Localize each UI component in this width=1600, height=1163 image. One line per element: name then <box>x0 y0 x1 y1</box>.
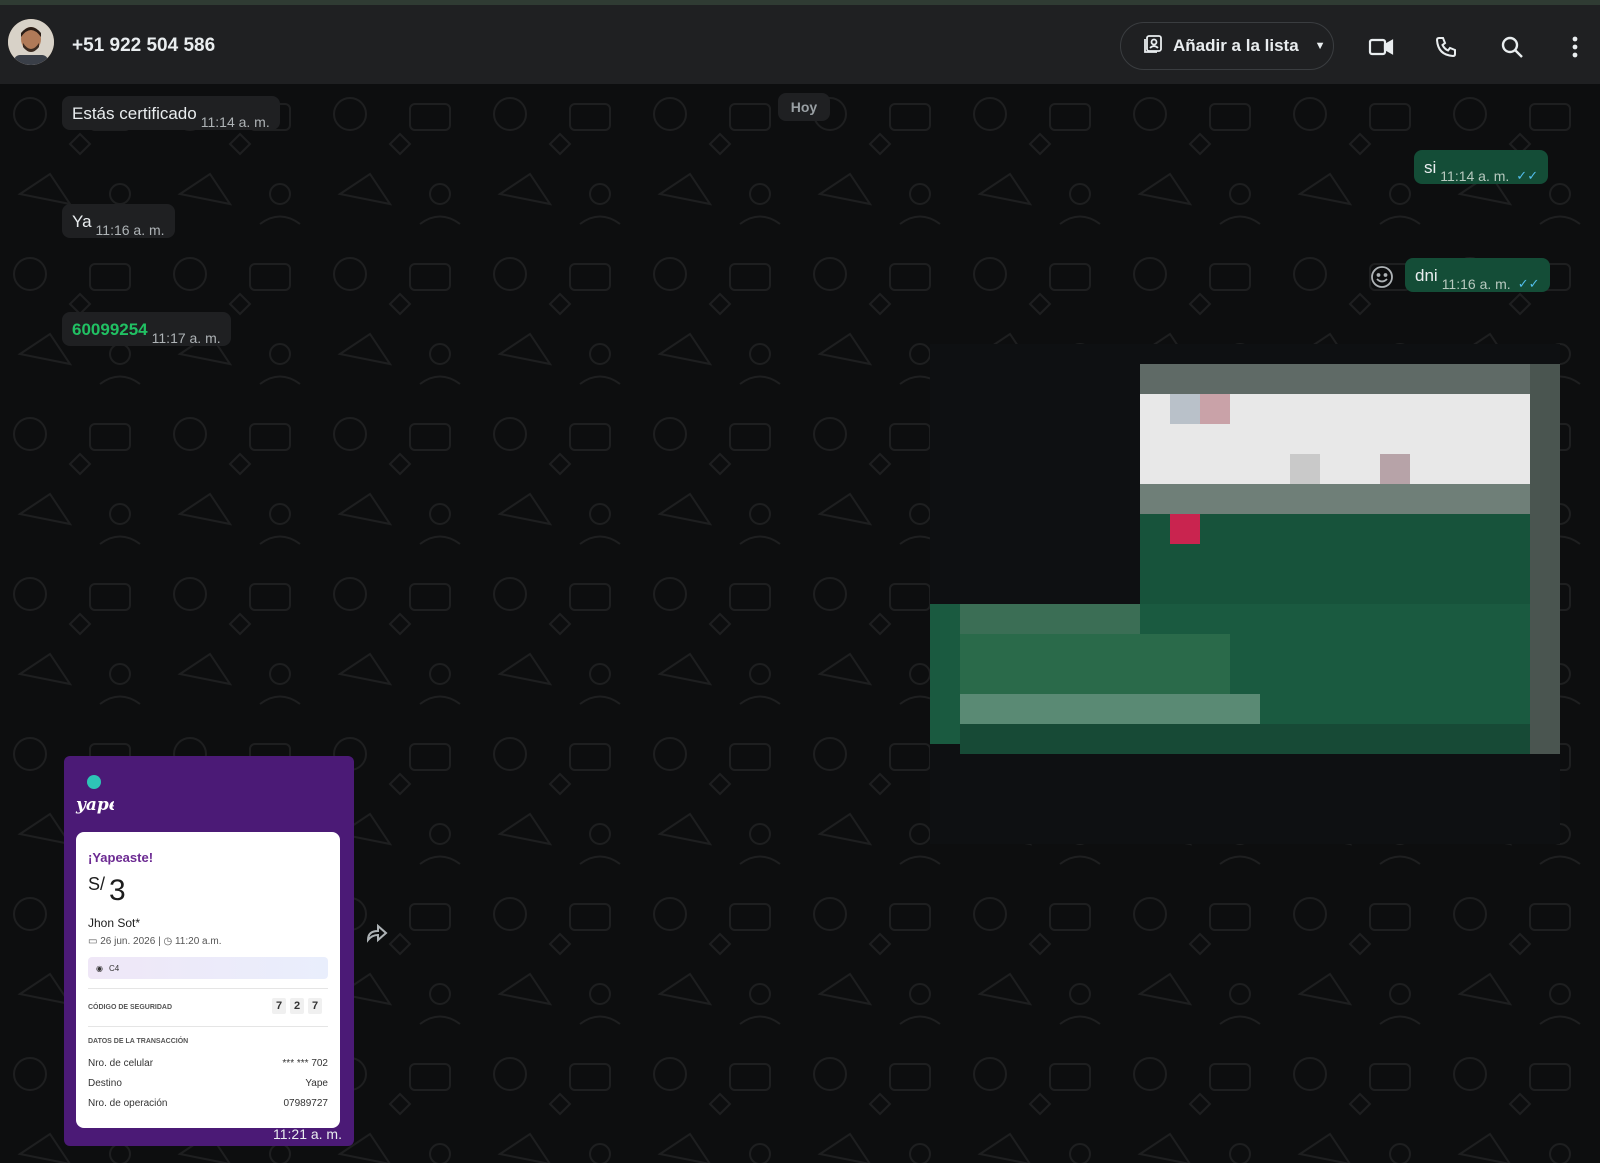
pixelated-image-message[interactable] <box>930 344 1560 844</box>
chevron-down-icon: ▼ <box>1314 40 1326 52</box>
chat-header: +51 922 504 586 Añadir a la lista ▼ <box>0 0 1600 84</box>
divider <box>88 1026 328 1027</box>
more-options-icon[interactable] <box>1560 29 1590 65</box>
transaction-row: Destino Yape <box>88 1078 328 1089</box>
yape-logo-text: yape <box>75 795 114 815</box>
search-icon[interactable] <box>1494 29 1530 65</box>
message-text: Ya <box>72 212 92 231</box>
contact-list-icon <box>1143 34 1163 59</box>
message-time: 11:16 a. m. <box>95 222 165 238</box>
transaction-row: Nro. de celular *** *** 702 <box>88 1058 328 1069</box>
message-bubble-incoming[interactable]: Estás certificado 11:14 a. m. <box>62 96 280 130</box>
read-receipt-icon: ✓✓ <box>1516 168 1539 183</box>
voice-call-icon[interactable] <box>1428 29 1464 65</box>
video-call-icon[interactable] <box>1363 29 1399 65</box>
message-time: 11:21 a. m. <box>272 1126 342 1142</box>
row-label: Nro. de celular <box>88 1058 154 1069</box>
message-time: 11:17 a. m. <box>151 330 221 346</box>
read-receipt-icon: ✓✓ <box>1517 276 1540 291</box>
contact-name[interactable]: +51 922 504 586 <box>72 35 215 57</box>
receipt-date: 26 jun. 2026 <box>100 936 156 947</box>
add-to-list-label: Añadir a la lista <box>1173 36 1299 55</box>
message-text: Estás certificado <box>72 104 197 123</box>
row-value: 07989727 <box>283 1098 329 1109</box>
divider <box>88 988 328 989</box>
security-code: 7 2 7 <box>272 998 322 1014</box>
message-bubble-incoming[interactable]: Ya 11:16 a. m. <box>62 204 175 238</box>
message-text: dni <box>1415 266 1438 285</box>
currency-symbol: S/ <box>88 874 106 894</box>
row-value: Yape <box>305 1078 328 1089</box>
message-bubble-outgoing[interactable]: dni 11:16 a. m. ✓✓ <box>1405 258 1550 292</box>
message-icon: ◉ <box>96 963 103 973</box>
receipt-title: ¡Yapeaste! <box>88 850 154 865</box>
message-bubble-incoming[interactable]: 60099254 11:17 a. m. <box>62 312 231 346</box>
recipient-name: Jhon Sot* <box>88 916 141 930</box>
receipt-amount: S/3 <box>88 874 126 908</box>
security-digit: 2 <box>290 998 304 1014</box>
message-text: si <box>1424 158 1437 177</box>
clock-icon: ◷ <box>163 936 173 947</box>
contact-avatar[interactable] <box>8 19 54 65</box>
transaction-data-label: DATOS DE LA TRANSACCIÓN <box>88 1038 189 1045</box>
message-time: 11:14 a. m. <box>200 114 270 130</box>
row-label: Destino <box>88 1078 122 1089</box>
transaction-row: Nro. de operación 07989727 <box>88 1098 328 1109</box>
security-digit: 7 <box>272 998 286 1014</box>
receipt-card: ¡Yapeaste! S/3 Jhon Sot* ▭ 26 jun. 2026 … <box>76 832 340 1128</box>
message-time: 11:16 a. m. <box>1441 276 1511 292</box>
row-label: Nro. de operación <box>88 1098 168 1109</box>
phone-number-link[interactable]: 60099254 <box>72 320 148 340</box>
add-to-list-button[interactable]: Añadir a la lista ▼ <box>1120 22 1334 70</box>
forward-icon[interactable] <box>364 922 390 944</box>
calendar-icon: ▭ <box>88 936 98 947</box>
message-bubble-outgoing[interactable]: si 11:14 a. m. ✓✓ <box>1414 150 1549 184</box>
chat-area[interactable]: Hoy Estás certificado 11:14 a. m. si 11:… <box>0 84 1600 1163</box>
receipt-message-text: C4 <box>108 963 120 973</box>
date-separator: Hoy <box>778 93 830 121</box>
security-digit: 7 <box>308 998 322 1014</box>
receipt-datetime: ▭ 26 jun. 2026 | ◷ 11:20 a.m. <box>88 936 222 947</box>
react-emoji-icon[interactable] <box>1370 265 1394 289</box>
row-value: *** *** 702 <box>282 1058 328 1069</box>
receipt-message: ◉ C4 <box>88 957 328 979</box>
yape-receipt-image[interactable]: yape ¡Yapeaste! S/3 Jhon Sot* ▭ 26 jun. … <box>64 756 354 1146</box>
yape-logo: yape <box>75 775 114 815</box>
receipt-time: 11:20 a.m. <box>174 936 222 947</box>
security-code-label: CÓDIGO DE SEGURIDAD <box>88 1004 173 1011</box>
message-time: 11:14 a. m. <box>1440 168 1510 184</box>
amount-value: 3 <box>109 874 126 907</box>
